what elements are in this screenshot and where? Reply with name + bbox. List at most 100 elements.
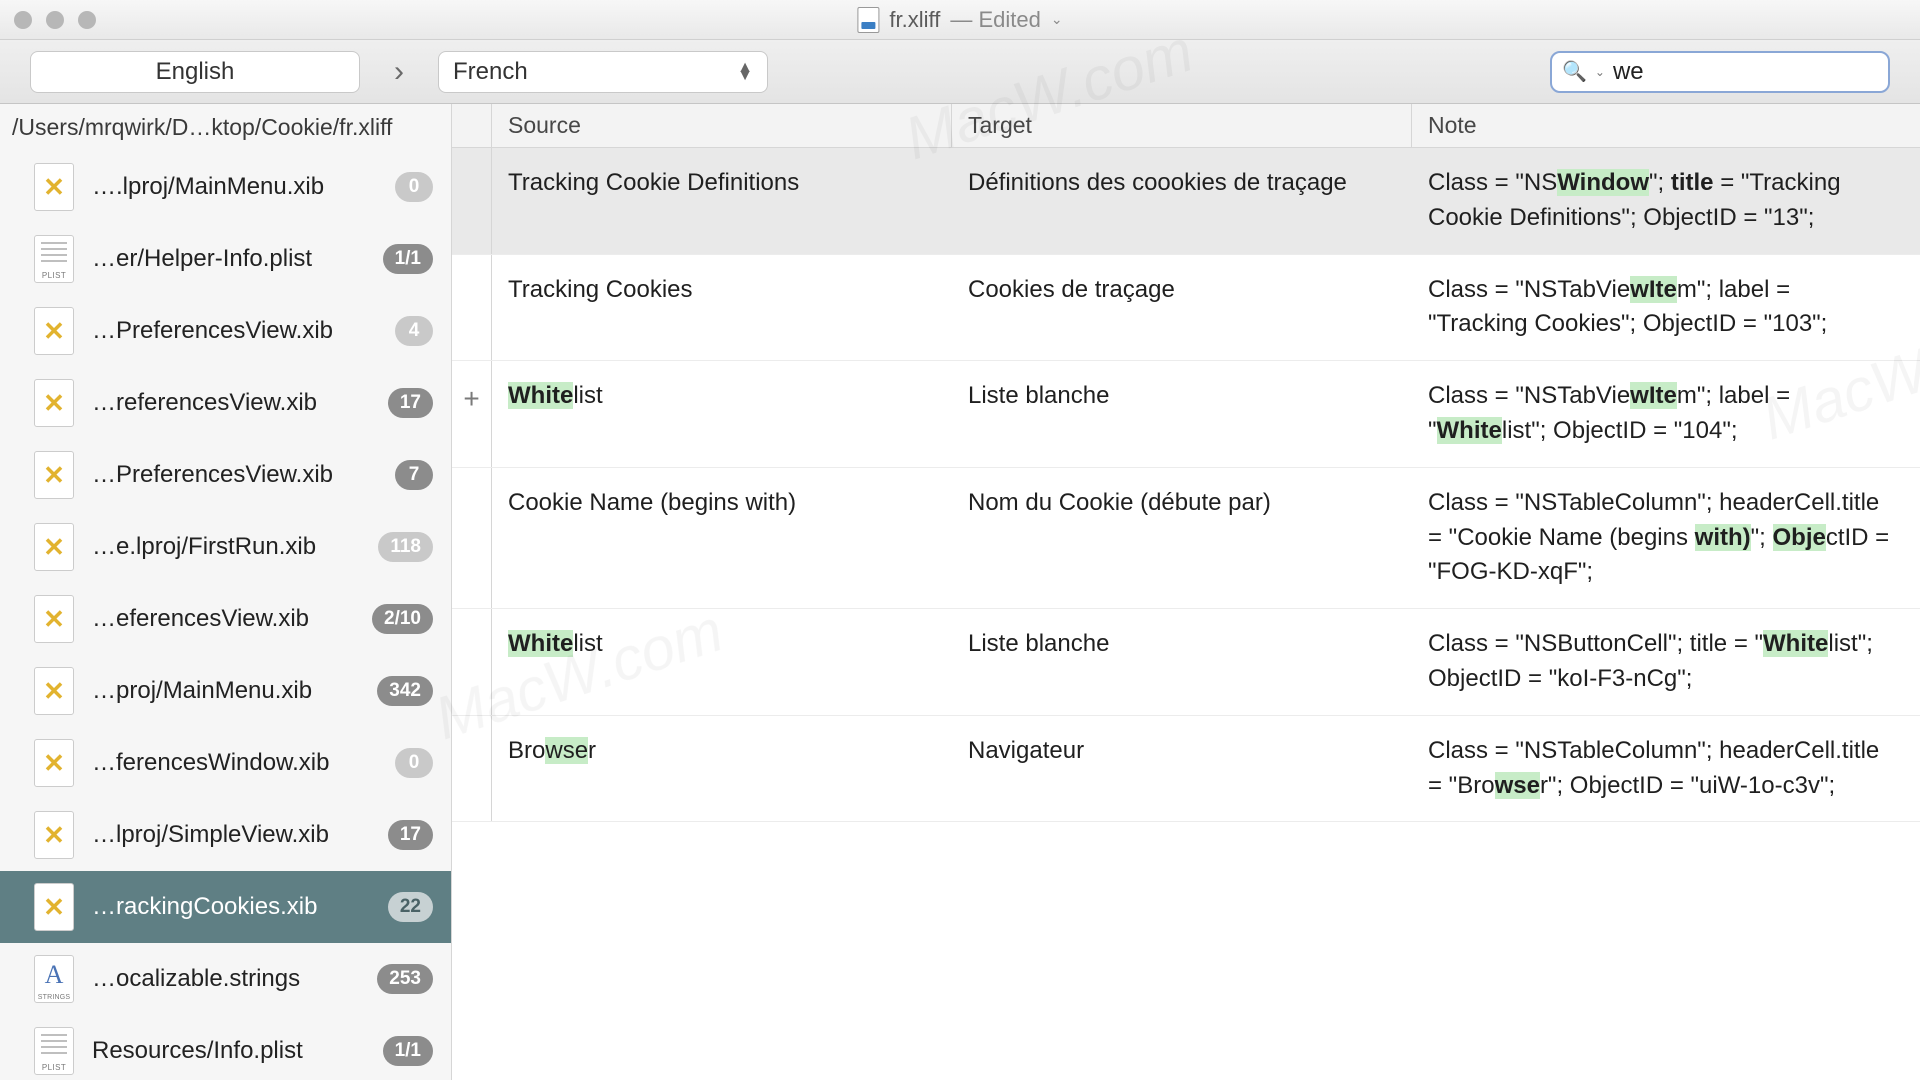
sidebar-file-item[interactable]: ….lproj/MainMenu.xib 0	[0, 151, 451, 223]
close-window-button[interactable]	[14, 11, 32, 29]
x-file-icon	[34, 883, 74, 931]
note-cell: Class = "NSTabViewItem"; label = "Tracki…	[1412, 255, 1920, 361]
sidebar-file-badge: 1/1	[383, 244, 433, 274]
row-add-icon	[452, 609, 492, 715]
sidebar-file-badge: 22	[388, 892, 433, 922]
sidebar-file-item[interactable]: …eferencesView.xib2/10	[0, 583, 451, 655]
minimize-window-button[interactable]	[46, 11, 64, 29]
target-cell[interactable]: Liste blanche	[952, 609, 1412, 715]
table-header-plus	[452, 104, 492, 147]
search-input[interactable]	[1613, 58, 1920, 86]
sidebar-file-badge: 0	[395, 172, 433, 202]
target-cell[interactable]: Nom du Cookie (débute par)	[952, 468, 1412, 608]
table-body[interactable]: Tracking Cookie DefinitionsDéfinitions d…	[452, 148, 1920, 1080]
x-file-icon	[34, 667, 74, 715]
source-language-label: English	[156, 58, 235, 86]
search-scope-dropdown-icon[interactable]: ⌄	[1595, 65, 1605, 79]
sidebar-file-item[interactable]: …er/Helper-Info.plist1/1	[0, 223, 451, 295]
sidebar-file-item[interactable]: Resources/Info.plist 1/1	[0, 1015, 451, 1080]
x-file-icon	[34, 379, 74, 427]
search-icon: 🔍	[1562, 59, 1587, 84]
sidebar-file-item[interactable]: …ocalizable.strings253	[0, 943, 451, 1015]
window-filename: fr.xliff	[889, 7, 940, 33]
table-header-source[interactable]: Source	[492, 104, 952, 147]
row-add-icon	[452, 468, 492, 608]
sidebar-file-name: …proj/MainMenu.xib	[92, 677, 359, 705]
language-direction-icon[interactable]: ›	[378, 51, 420, 93]
table-row[interactable]: Tracking Cookie DefinitionsDéfinitions d…	[452, 148, 1920, 255]
x-file-icon	[34, 811, 74, 859]
search-field[interactable]: 🔍 ⌄ ✕	[1550, 51, 1890, 93]
sidebar-file-name: …lproj/SimpleView.xib	[92, 821, 370, 849]
source-cell[interactable]: Cookie Name (begins with)	[492, 468, 952, 608]
note-cell: Class = "NSWindow"; title = "Tracking Co…	[1412, 148, 1920, 254]
table-header-note[interactable]: Note	[1412, 104, 1920, 147]
plist-file-icon	[34, 235, 74, 283]
source-cell[interactable]: Whitelist	[492, 609, 952, 715]
sidebar-file-name: …referencesView.xib	[92, 389, 370, 417]
target-cell[interactable]: Navigateur	[952, 716, 1412, 822]
x-file-icon	[34, 595, 74, 643]
document-icon	[857, 7, 879, 33]
target-cell[interactable]: Cookies de traçage	[952, 255, 1412, 361]
sidebar-file-item[interactable]: …referencesView.xib17	[0, 367, 451, 439]
zoom-window-button[interactable]	[78, 11, 96, 29]
target-language-label: French	[453, 58, 528, 86]
titlebar: fr.xliff — Edited ⌄	[0, 0, 1920, 40]
sidebar-file-name: …rackingCookies.xib	[92, 893, 370, 921]
toolbar: English › French ▲▼ 🔍 ⌄ ✕	[0, 40, 1920, 104]
row-add-icon	[452, 148, 492, 254]
window-edited-indicator: — Edited	[950, 7, 1041, 33]
sidebar-file-item[interactable]: …ferencesWindow.xib0	[0, 727, 451, 799]
sidebar-file-item[interactable]: …lproj/SimpleView.xib17	[0, 799, 451, 871]
sidebar-file-name: …e.lproj/FirstRun.xib	[92, 533, 360, 561]
select-arrows-icon: ▲▼	[737, 64, 753, 80]
sidebar-file-name: ….lproj/MainMenu.xib	[92, 173, 377, 201]
strings-file-icon	[34, 955, 74, 1003]
source-language-selector[interactable]: English	[30, 51, 360, 93]
sidebar-file-badge: 4	[395, 316, 433, 346]
file-path-breadcrumb[interactable]: /Users/mrqwirk/D…ktop/Cookie/fr.xliff	[0, 104, 451, 151]
note-cell: Class = "NSTabViewItem"; label = "Whitel…	[1412, 361, 1920, 467]
source-cell[interactable]: Whitelist	[492, 361, 952, 467]
file-list[interactable]: ….lproj/MainMenu.xib 0 …er/Helper-Info.pli…	[0, 151, 451, 1080]
sidebar-file-item[interactable]: …rackingCookies.xib 22	[0, 871, 451, 943]
note-cell: Class = "NSTableColumn"; headerCell.titl…	[1412, 468, 1920, 608]
sidebar-file-badge: 342	[377, 676, 433, 706]
sidebar-file-badge: 0	[395, 748, 433, 778]
row-add-icon	[452, 255, 492, 361]
table-row[interactable]: Cookie Name (begins with)Nom du Cookie (…	[452, 468, 1920, 609]
source-cell[interactable]: Tracking Cookies	[492, 255, 952, 361]
sidebar-file-item[interactable]: …e.lproj/FirstRun.xib118	[0, 511, 451, 583]
table-header-target[interactable]: Target	[952, 104, 1412, 147]
table-row[interactable]: +WhitelistListe blancheClass = "NSTabVie…	[452, 361, 1920, 468]
table-row[interactable]: WhitelistListe blancheClass = "NSButtonC…	[452, 609, 1920, 716]
sidebar-file-name: Resources/Info.plist	[92, 1037, 365, 1065]
traffic-lights	[14, 11, 96, 29]
window-title: fr.xliff — Edited ⌄	[857, 7, 1062, 33]
note-cell: Class = "NSButtonCell"; title = "Whiteli…	[1412, 609, 1920, 715]
target-cell[interactable]: Définitions des coookies de traçage	[952, 148, 1412, 254]
table-row[interactable]: BrowserNavigateurClass = "NSTableColumn"…	[452, 716, 1920, 823]
target-cell[interactable]: Liste blanche	[952, 361, 1412, 467]
x-file-icon	[34, 523, 74, 571]
source-cell[interactable]: Browser	[492, 716, 952, 822]
sidebar-file-badge: 7	[395, 460, 433, 490]
sidebar-file-badge: 253	[377, 964, 433, 994]
title-dropdown-icon[interactable]: ⌄	[1051, 11, 1063, 28]
source-cell[interactable]: Tracking Cookie Definitions	[492, 148, 952, 254]
sidebar-file-name: …PreferencesView.xib	[92, 317, 377, 345]
table-row[interactable]: Tracking CookiesCookies de traçageClass …	[452, 255, 1920, 362]
note-cell: Class = "NSTableColumn"; headerCell.titl…	[1412, 716, 1920, 822]
sidebar-file-badge: 1/1	[383, 1036, 433, 1066]
x-file-icon	[34, 739, 74, 787]
row-add-icon	[452, 716, 492, 822]
row-add-icon[interactable]: +	[452, 361, 492, 467]
x-file-icon	[34, 451, 74, 499]
sidebar-file-item[interactable]: …PreferencesView.xib7	[0, 439, 451, 511]
sidebar-file-item[interactable]: …proj/MainMenu.xib 342	[0, 655, 451, 727]
translation-table: Source Target Note Tracking Cookie Defin…	[452, 104, 1920, 1080]
plist-file-icon	[34, 1027, 74, 1075]
sidebar-file-item[interactable]: …PreferencesView.xib 4	[0, 295, 451, 367]
target-language-selector[interactable]: French ▲▼	[438, 51, 768, 93]
